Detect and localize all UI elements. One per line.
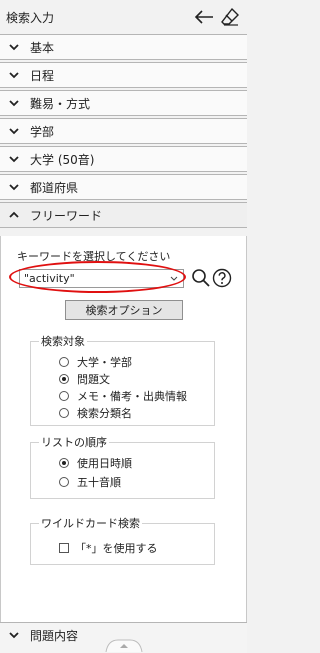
radio-button bbox=[59, 357, 69, 367]
section-label: 問題内容 bbox=[30, 628, 79, 643]
group-title: リストの順序 bbox=[39, 434, 109, 450]
section-difficulty[interactable]: 難易・方式 bbox=[0, 90, 247, 116]
section-freeword[interactable]: フリーワード bbox=[0, 202, 247, 228]
wildcard-group: ワイルドカード検索 「*」を使用する bbox=[30, 515, 215, 565]
section-schedule[interactable]: 日程 bbox=[0, 62, 247, 88]
chevron-down-icon bbox=[9, 72, 19, 79]
section-prefecture[interactable]: 都道府県 bbox=[0, 174, 247, 200]
radio-label: 使用日時順 bbox=[77, 457, 132, 470]
search-options-button[interactable]: 検索オプション bbox=[65, 300, 183, 320]
panel-header: 検索入力 bbox=[0, 0, 247, 34]
chevron-down-icon bbox=[9, 156, 19, 163]
section-label: フリーワード bbox=[30, 208, 103, 223]
radio-button bbox=[59, 477, 69, 487]
chevron-down-icon bbox=[9, 44, 19, 51]
radio-label: 検索分類名 bbox=[77, 407, 132, 420]
group-title: ワイルドカード検索 bbox=[39, 515, 142, 531]
back-button[interactable] bbox=[193, 6, 215, 28]
radio-label: 五十音順 bbox=[77, 476, 121, 489]
list-order-group: リストの順序 使用日時順 五十音順 bbox=[30, 434, 215, 499]
radio-option[interactable]: メモ・備考・出典情報 bbox=[59, 388, 187, 404]
eraser-icon bbox=[221, 7, 239, 26]
radio-label: 問題文 bbox=[77, 373, 110, 386]
radio-button bbox=[59, 458, 69, 468]
clear-button[interactable] bbox=[219, 6, 241, 28]
panel-title: 検索入力 bbox=[6, 10, 55, 25]
section-university[interactable]: 大学 (50音) bbox=[0, 146, 247, 172]
radio-button bbox=[59, 391, 69, 401]
radio-option[interactable]: 問題文 bbox=[59, 371, 110, 387]
search-icon[interactable] bbox=[191, 268, 211, 288]
radio-label: メモ・備考・出典情報 bbox=[77, 390, 187, 403]
checkbox bbox=[59, 543, 69, 553]
chevron-down-icon bbox=[9, 100, 19, 107]
section-label: 基本 bbox=[30, 40, 55, 55]
highlight-oval bbox=[9, 261, 186, 293]
section-question-content[interactable]: 問題内容 bbox=[0, 622, 247, 653]
search-target-group: 検索対象 大学・学部 問題文 メモ・備考・出典情報 検索分類名 bbox=[30, 333, 215, 426]
section-label: 都道府県 bbox=[30, 180, 79, 195]
section-label: 学部 bbox=[30, 124, 55, 139]
radio-option[interactable]: 使用日時順 bbox=[59, 455, 132, 471]
group-title: 検索対象 bbox=[39, 333, 87, 349]
radio-button bbox=[59, 408, 69, 418]
chevron-down-icon bbox=[9, 632, 19, 639]
freeword-body: キーワードを選択してください "activity" 検索オプション 検索対象 大… bbox=[0, 236, 247, 623]
collapse-tab-icon[interactable] bbox=[104, 638, 144, 652]
section-faculty[interactable]: 学部 bbox=[0, 118, 247, 144]
radio-button bbox=[59, 374, 69, 384]
wildcard-checkbox[interactable]: 「*」を使用する bbox=[59, 540, 158, 556]
radio-option[interactable]: 五十音順 bbox=[59, 474, 121, 490]
section-label: 大学 (50音) bbox=[30, 152, 95, 167]
radio-option[interactable]: 大学・学部 bbox=[59, 354, 132, 370]
checkbox-label: 「*」を使用する bbox=[75, 542, 158, 555]
radio-label: 大学・学部 bbox=[77, 356, 132, 369]
section-label: 難易・方式 bbox=[30, 96, 91, 111]
chevron-down-icon bbox=[9, 184, 19, 191]
arrow-left-icon bbox=[194, 10, 213, 24]
chevron-down-icon bbox=[9, 128, 19, 135]
radio-option[interactable]: 検索分類名 bbox=[59, 405, 132, 421]
help-icon[interactable] bbox=[212, 268, 232, 288]
search-panel: 検索入力 基本 日程 難易・方式 学部 大学 (50音) 都道府県 フリーワード… bbox=[0, 0, 247, 653]
section-basic[interactable]: 基本 bbox=[0, 34, 247, 60]
chevron-up-icon bbox=[9, 211, 19, 218]
section-label: 日程 bbox=[30, 68, 55, 83]
